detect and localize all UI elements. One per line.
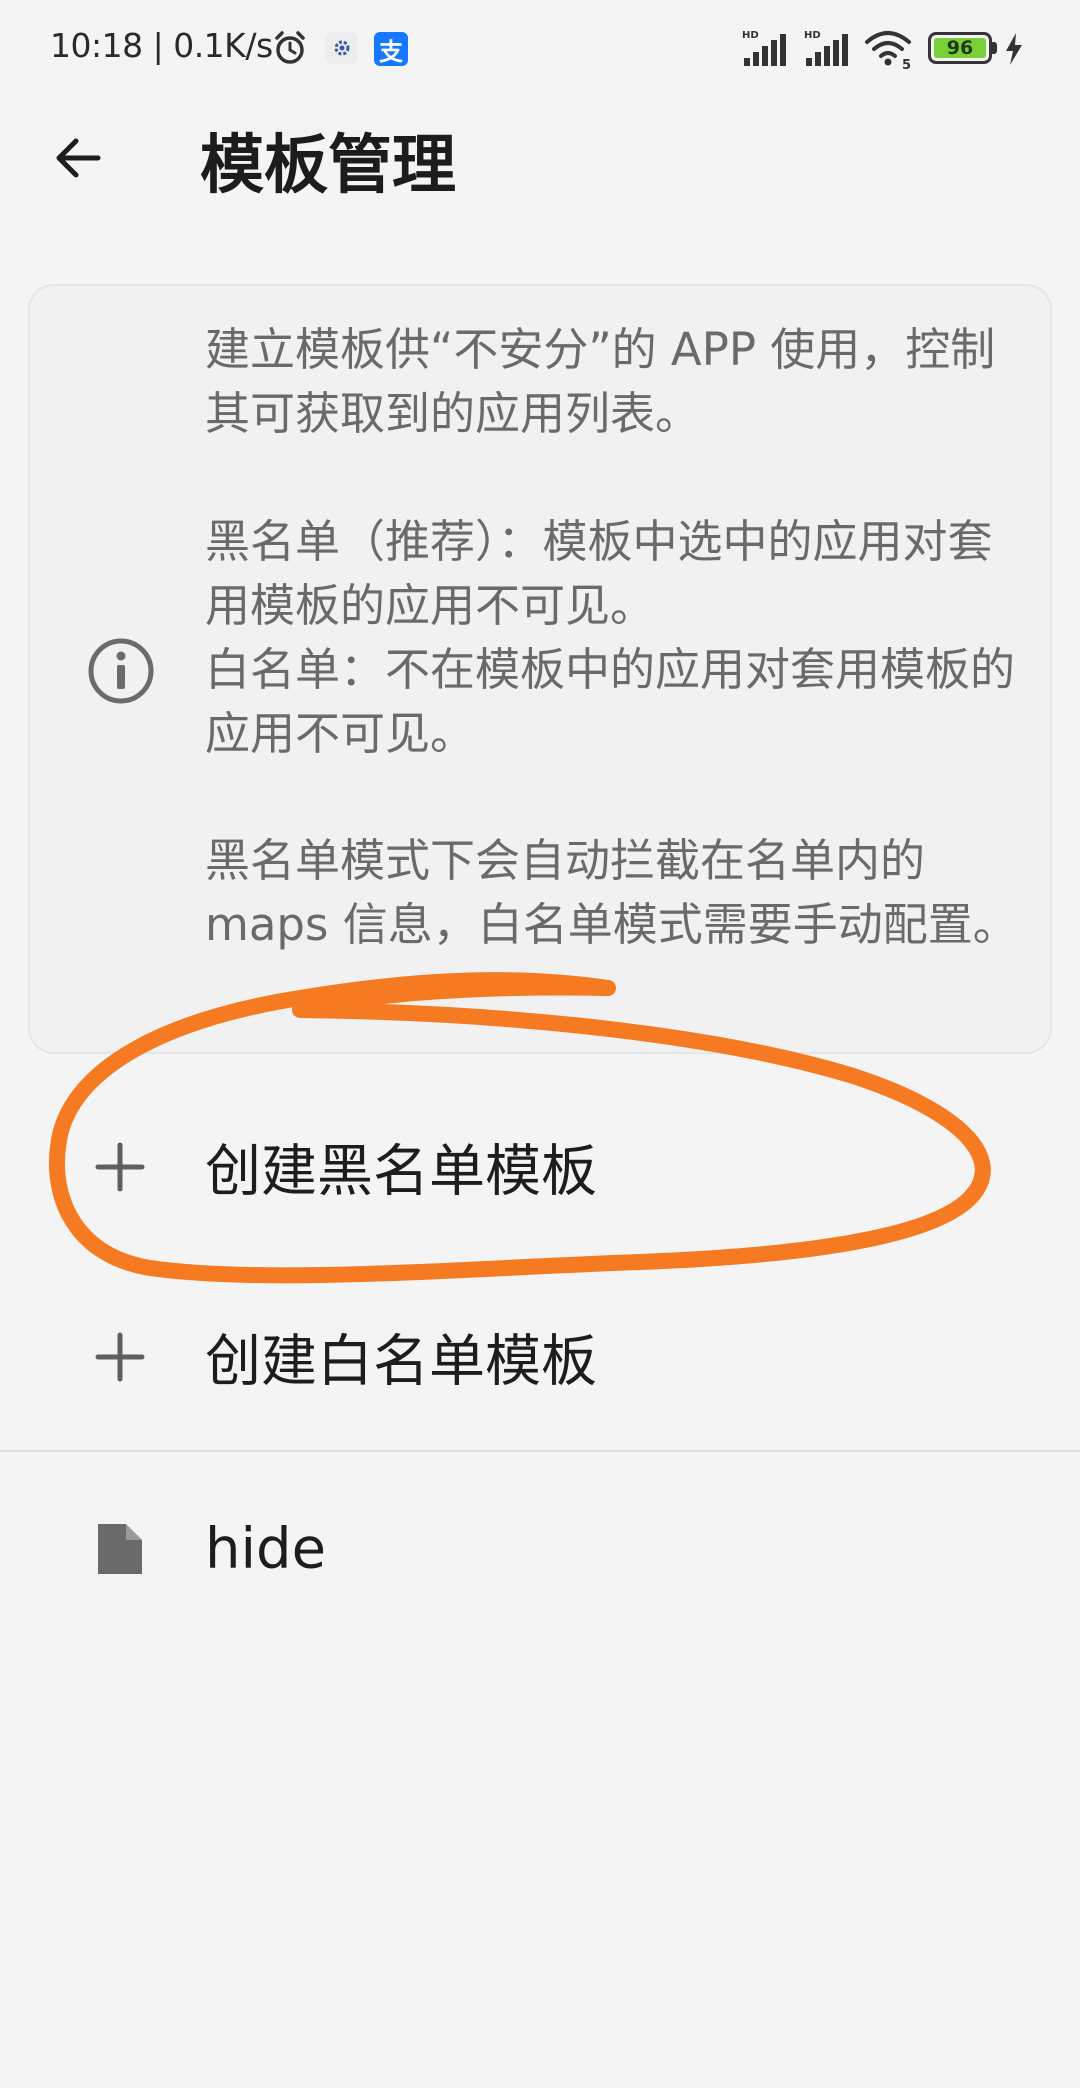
svg-text:HD: HD [742, 30, 759, 41]
status-time: 10:18 | 0.1K/s [50, 26, 273, 65]
create-whitelist-label: 创建白名单模板 [205, 1329, 597, 1395]
create-blacklist-template-button[interactable]: 创建黑名单模板 [0, 1092, 1080, 1242]
app-gear-icon [326, 32, 358, 64]
cellular-signal-icon: HD [742, 28, 792, 68]
battery-level: 96 [934, 37, 986, 59]
battery-icon: 96 [928, 32, 992, 64]
document-icon [98, 1524, 142, 1574]
divider [0, 1450, 1080, 1452]
template-name: hide [205, 1516, 327, 1582]
info-paragraph-modes: 黑名单（推荐）：模板中选中的应用对套用模板的应用不可见。 白名单：不在模板中的应… [205, 510, 1035, 766]
arrow-back-icon [56, 138, 101, 178]
create-whitelist-template-button[interactable]: 创建白名单模板 [0, 1282, 1080, 1432]
battery-cap [992, 42, 997, 54]
alipay-icon: 支 [374, 32, 408, 66]
plus-icon [95, 1332, 145, 1382]
info-paragraph-intro: 建立模板供“不安分”的 APP 使用，控制其可获取到的应用列表。 [205, 323, 996, 440]
wifi-icon: 5 [864, 28, 914, 70]
cellular-signal-2-icon: HD [804, 28, 854, 68]
charging-icon [1004, 32, 1024, 66]
back-button[interactable] [36, 116, 120, 200]
create-blacklist-label: 创建黑名单模板 [205, 1139, 597, 1205]
blacklist-description: 黑名单（推荐）：模板中选中的应用对套用模板的应用不可见。 [205, 515, 993, 632]
template-item-hide[interactable]: hide [0, 1474, 1080, 1624]
whitelist-description: 白名单：不在模板中的应用对套用模板的应用不可见。 [205, 643, 1016, 760]
status-bar: 10:18 | 0.1K/s 支 HD HD 5 96 [0, 0, 1080, 100]
plus-icon [95, 1142, 145, 1192]
page-title: 模板管理 [200, 129, 456, 203]
svg-text:5: 5 [902, 58, 911, 70]
screen: 10:18 | 0.1K/s 支 HD HD 5 96 模板管理 建立模板供“不… [0, 0, 1080, 2088]
info-icon [88, 638, 154, 704]
alarm-icon [270, 28, 310, 68]
svg-text:HD: HD [804, 30, 821, 41]
info-paragraph-maps: 黑名单模式下会自动拦截在名单内的 maps 信息，白名单模式需要手动配置。 [205, 834, 1018, 951]
